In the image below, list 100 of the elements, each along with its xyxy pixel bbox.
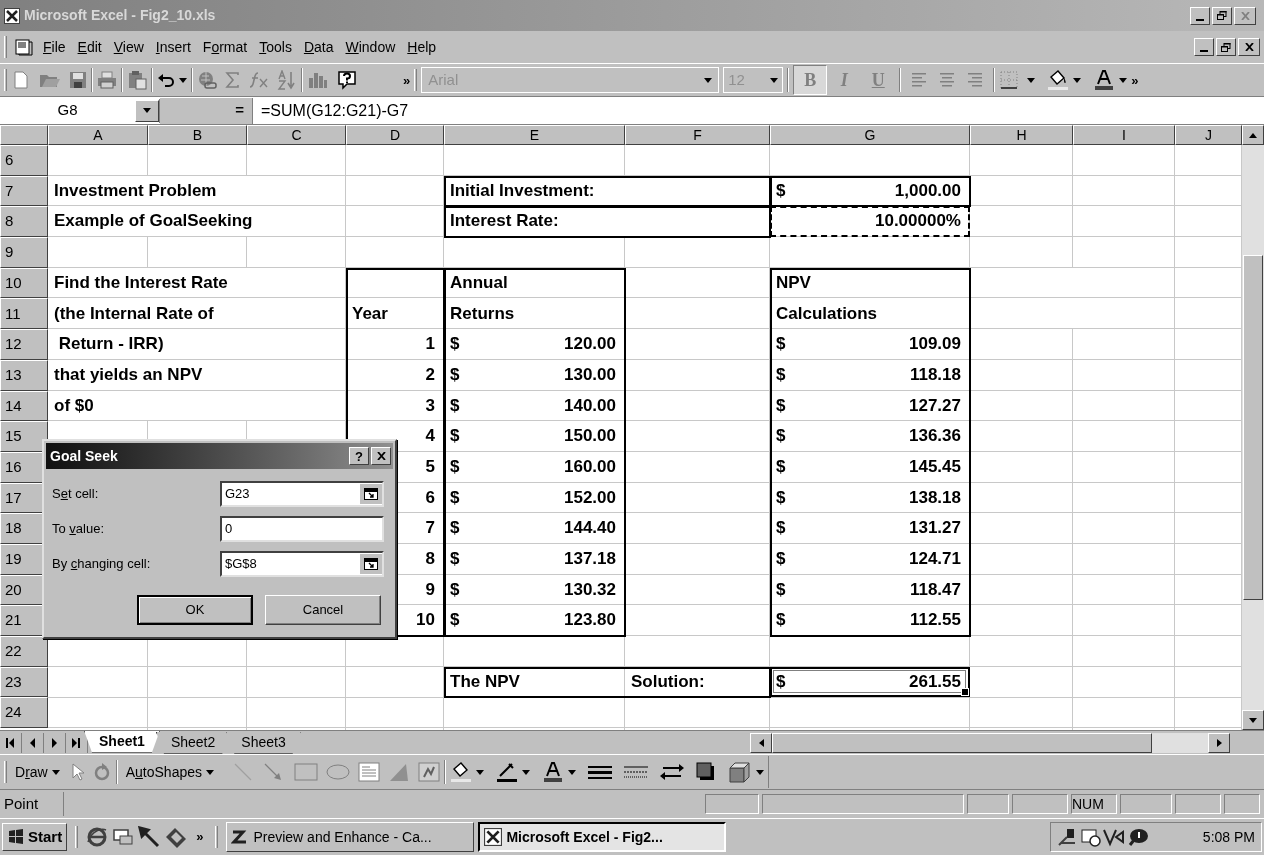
- minimize-button[interactable]: [1194, 38, 1214, 56]
- draw-menu[interactable]: Draw: [11, 761, 64, 783]
- menu-item[interactable]: Insert: [149, 36, 197, 58]
- line-color-icon[interactable]: [496, 761, 518, 783]
- line-style-icon[interactable]: [588, 764, 612, 780]
- collapse-dialog-button[interactable]: [360, 484, 382, 504]
- menu-item[interactable]: View: [107, 36, 150, 58]
- help-icon[interactable]: [337, 70, 357, 90]
- next-sheet-icon[interactable]: [50, 737, 59, 748]
- close-button[interactable]: [1238, 38, 1260, 56]
- clip-art-icon[interactable]: [418, 762, 440, 782]
- new-document-icon[interactable]: [11, 70, 31, 90]
- desktop-icon[interactable]: [112, 827, 135, 847]
- caret-icon[interactable]: [704, 77, 713, 83]
- row-header[interactable]: 22: [0, 636, 48, 667]
- select-all-button[interactable]: [0, 125, 48, 145]
- font-color-icon[interactable]: [1093, 69, 1116, 91]
- fill-color-icon[interactable]: [1047, 69, 1070, 91]
- vertical-scrollbar[interactable]: [1242, 125, 1264, 730]
- menu-item[interactable]: Format: [196, 36, 254, 58]
- cancel-button[interactable]: Cancel: [265, 595, 381, 625]
- globe-icon[interactable]: [197, 70, 217, 90]
- help-button[interactable]: ?: [349, 447, 369, 465]
- previous-sheet-icon[interactable]: [28, 737, 37, 748]
- table-cell[interactable]: $ 261.55: [770, 666, 970, 698]
- borders-icon[interactable]: [999, 70, 1020, 90]
- formula-field[interactable]: =SUM(G12:G21)-G7: [252, 97, 1264, 124]
- shadow-icon[interactable]: [696, 762, 716, 782]
- start-button[interactable]: Start: [2, 823, 68, 851]
- column-header[interactable]: J: [1175, 125, 1242, 145]
- font-color-icon[interactable]: [542, 761, 564, 783]
- scheduler-icon[interactable]: [1081, 827, 1101, 847]
- caret-icon[interactable]: [770, 77, 779, 83]
- row-header[interactable]: 8: [0, 206, 48, 238]
- last-sheet-icon[interactable]: [72, 737, 81, 748]
- caret-icon[interactable]: [756, 769, 764, 775]
- arrow-style-icon[interactable]: [660, 763, 684, 781]
- caret-icon[interactable]: [1119, 77, 1128, 83]
- input-field[interactable]: 0: [220, 516, 384, 542]
- column-header[interactable]: A: [48, 125, 148, 145]
- scroll-down-icon[interactable]: [1249, 717, 1257, 723]
- dropdown-icon[interactable]: [143, 108, 151, 113]
- row-header[interactable]: 14: [0, 390, 48, 422]
- first-sheet-icon[interactable]: [6, 737, 15, 748]
- table-cell[interactable]: 10.00000%: [770, 206, 970, 238]
- document-icon[interactable]: [15, 38, 33, 56]
- caret-icon[interactable]: [522, 769, 530, 775]
- dash-style-icon[interactable]: [624, 764, 648, 780]
- row-header[interactable]: 13: [0, 359, 48, 391]
- save-icon[interactable]: [69, 71, 87, 89]
- column-header[interactable]: D: [346, 125, 444, 145]
- fill-handle[interactable]: [961, 688, 969, 697]
- menu-item[interactable]: Data: [297, 36, 340, 58]
- taskbar-button[interactable]: Preview and Enhance - Ca...: [226, 822, 475, 852]
- row-header[interactable]: 12: [0, 329, 48, 360]
- menu-item[interactable]: File: [37, 36, 72, 58]
- browser-icon[interactable]: [86, 826, 109, 848]
- sheet-tab[interactable]: Sheet3: [226, 731, 301, 754]
- row-header[interactable]: 23: [0, 666, 48, 698]
- caret-icon[interactable]: [1027, 77, 1036, 83]
- column-header[interactable]: G: [770, 125, 970, 145]
- scroll-right-icon[interactable]: [1216, 738, 1222, 747]
- speech-bubble-icon[interactable]: [1127, 828, 1149, 846]
- caret-icon[interactable]: [1073, 77, 1082, 83]
- column-header[interactable]: H: [970, 125, 1073, 145]
- scroll-left-icon[interactable]: [758, 738, 764, 747]
- more-buttons[interactable]: »: [403, 73, 411, 87]
- caret-icon[interactable]: [476, 769, 484, 775]
- row-header[interactable]: 7: [0, 175, 48, 207]
- sheet-tab[interactable]: Sheet1: [84, 730, 160, 753]
- restore-button[interactable]: [1212, 6, 1232, 25]
- close-button[interactable]: [1234, 6, 1256, 25]
- undo-icon[interactable]: [157, 73, 175, 87]
- autoshapes-menu[interactable]: AutoShapes: [121, 761, 218, 783]
- printer-icon[interactable]: [97, 71, 117, 89]
- text-box-icon[interactable]: [358, 762, 380, 782]
- menu-item[interactable]: Help: [401, 36, 443, 58]
- close-button[interactable]: [371, 447, 391, 465]
- taskbar-button[interactable]: Microsoft Excel - Fig2...: [478, 822, 727, 852]
- input-field[interactable]: $G$8: [220, 551, 384, 577]
- clock[interactable]: 5:08 PM: [1202, 826, 1255, 848]
- scroll-up-icon[interactable]: [1249, 132, 1257, 138]
- horizontal-scrollbar[interactable]: [750, 732, 1230, 753]
- column-header[interactable]: I: [1073, 125, 1175, 145]
- row-header[interactable]: 11: [0, 298, 48, 330]
- pointer-icon[interactable]: [71, 763, 84, 781]
- more-buttons[interactable]: »: [192, 827, 208, 847]
- row-header[interactable]: 6: [0, 145, 48, 176]
- dialog-title-bar[interactable]: Goal Seek ?: [46, 443, 393, 469]
- fill-color-icon[interactable]: [450, 761, 472, 783]
- caret-icon[interactable]: [568, 769, 576, 775]
- minimize-button[interactable]: [1190, 6, 1210, 25]
- row-header[interactable]: 15: [0, 421, 48, 452]
- column-header[interactable]: E: [444, 125, 625, 145]
- collapse-dialog-button[interactable]: [360, 554, 382, 574]
- menu-item[interactable]: Tools: [253, 36, 298, 58]
- more-buttons[interactable]: »: [1131, 73, 1139, 87]
- caret-icon[interactable]: [179, 77, 187, 83]
- column-header[interactable]: B: [148, 125, 247, 145]
- row-header[interactable]: 9: [0, 237, 48, 268]
